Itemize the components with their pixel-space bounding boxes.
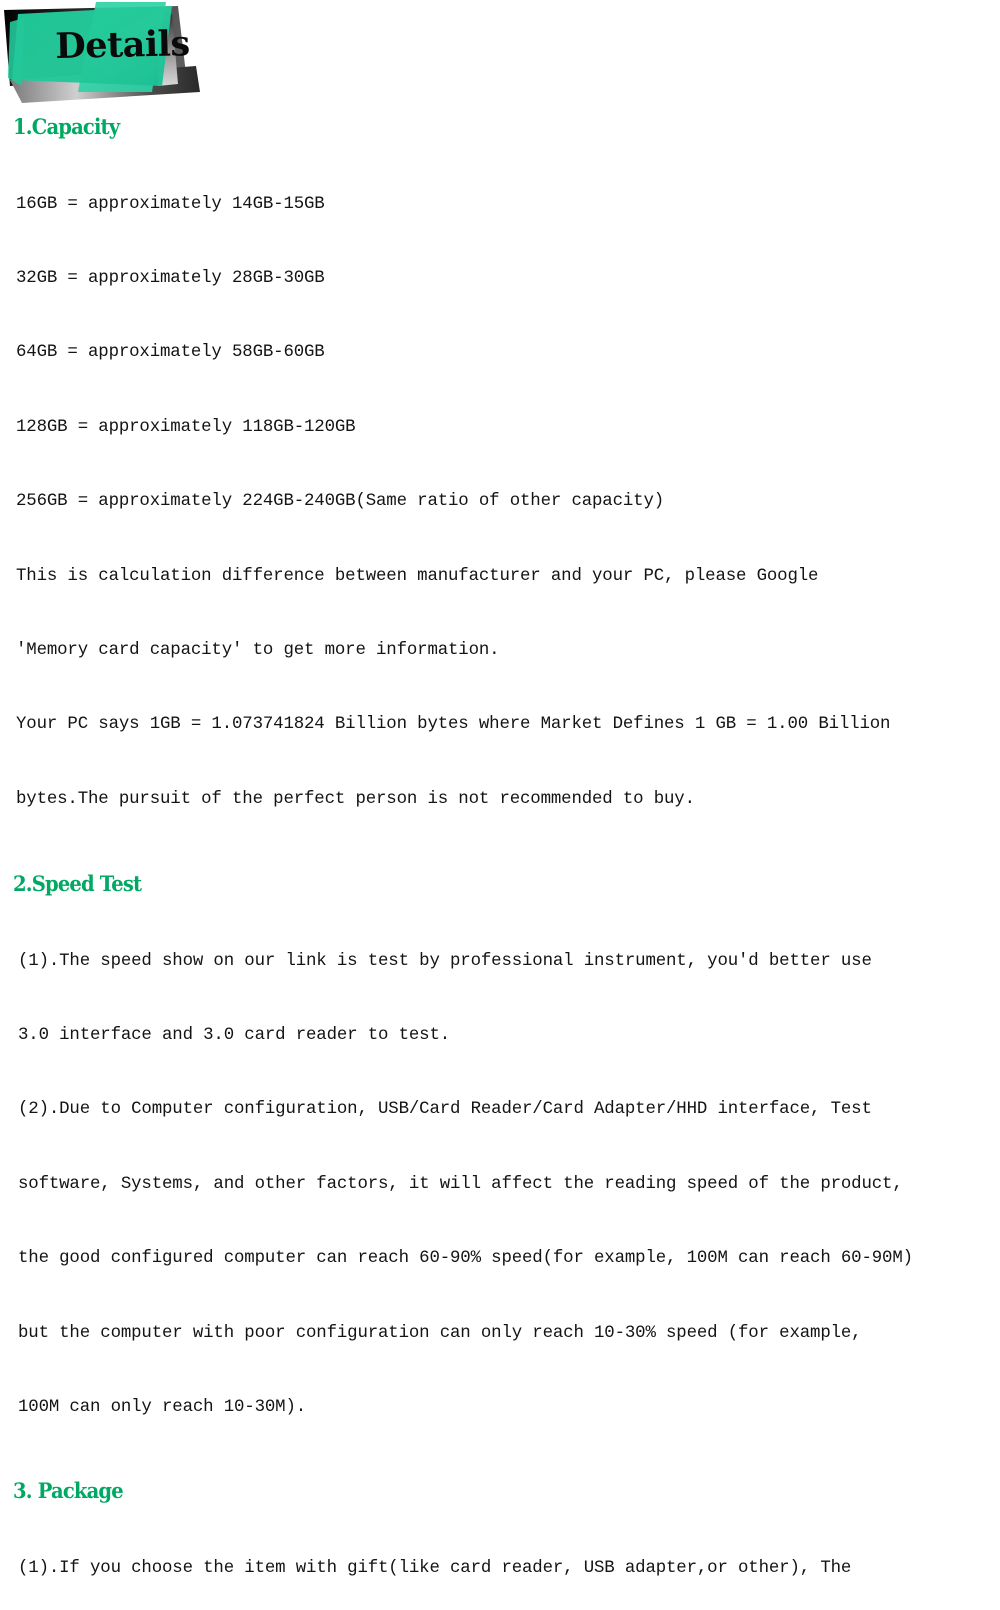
body-line: This is calculation difference between m… bbox=[16, 566, 819, 586]
body-line: (1).The speed show on our link is test b… bbox=[18, 951, 872, 971]
body-line: but the computer with poor configuration… bbox=[18, 1323, 862, 1343]
body-line: 'Memory card capacity' to get more infor… bbox=[16, 640, 500, 660]
body-line: bytes.The pursuit of the perfect person … bbox=[16, 789, 695, 809]
section-speed-test: 2.Speed Test (1).The speed show on our l… bbox=[0, 871, 1000, 1470]
body-line: software, Systems, and other factors, it… bbox=[18, 1174, 903, 1194]
body-line: 32GB = approximately 28GB-30GB bbox=[16, 268, 325, 288]
details-content: 1.Capacity 16GB = approximately 14GB-15G… bbox=[0, 108, 1000, 1610]
section-body-package: (1).If you choose the item with gift(lik… bbox=[0, 1507, 1000, 1610]
body-line: 100M can only reach 10-30M). bbox=[18, 1398, 307, 1418]
section-heading-capacity: 1.Capacity bbox=[13, 114, 120, 139]
body-line: 256GB = approximately 224GB-240GB(Same r… bbox=[16, 492, 665, 512]
body-line: 16GB = approximately 14GB-15GB bbox=[16, 194, 325, 214]
body-line: 128GB = approximately 118GB-120GB bbox=[16, 417, 356, 437]
body-line: 64GB = approximately 58GB-60GB bbox=[16, 343, 325, 363]
body-line: (1).If you choose the item with gift(lik… bbox=[18, 1559, 852, 1579]
section-body-speed-test: (1).The speed show on our link is test b… bbox=[0, 900, 1000, 1470]
body-line: the good configured computer can reach 6… bbox=[18, 1249, 913, 1269]
section-body-capacity: 16GB = approximately 14GB-15GB 32GB = ap… bbox=[0, 143, 1000, 862]
body-line: 3.0 interface and 3.0 card reader to tes… bbox=[18, 1026, 451, 1046]
section-heading-package: 3. Package bbox=[13, 1478, 124, 1504]
section-heading-speed-test: 2.Speed Test bbox=[13, 871, 142, 897]
body-line: Your PC says 1GB = 1.073741824 Billion b… bbox=[16, 715, 891, 735]
banner-title: Details bbox=[54, 23, 191, 67]
section-capacity: 1.Capacity 16GB = approximately 14GB-15G… bbox=[0, 114, 1000, 862]
details-banner: Details bbox=[0, 0, 250, 108]
section-package: 3. Package (1).If you choose the item wi… bbox=[0, 1478, 1000, 1610]
body-line: (2).Due to Computer configuration, USB/C… bbox=[18, 1100, 872, 1120]
